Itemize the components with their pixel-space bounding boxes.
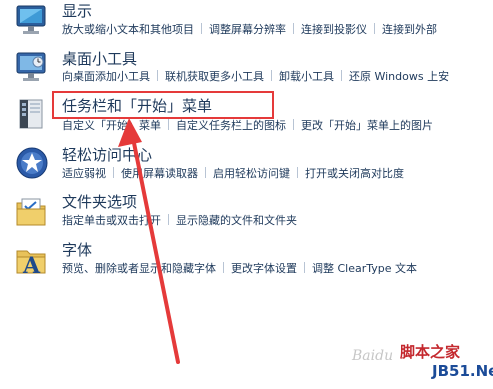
separator — [293, 119, 294, 130]
category-links-ease-of-access: 适应弱视 使用屏幕读取器 启用轻松访问键 打开或关闭高对比度 — [62, 167, 404, 181]
fonts-icon[interactable]: A — [14, 242, 50, 279]
baidu-watermark: Baidu — [352, 348, 394, 364]
link-customize-taskbar-icons[interactable]: 自定义任务栏上的图标 — [176, 119, 286, 132]
link-preview-fonts[interactable]: 预览、删除或者显示和隐藏字体 — [62, 262, 216, 275]
category-title-fonts[interactable]: 字体 — [62, 241, 92, 259]
separator — [168, 214, 169, 225]
separator — [201, 23, 202, 34]
category-title-gadgets[interactable]: 桌面小工具 — [62, 50, 137, 68]
separator — [374, 23, 375, 34]
link-customize-start-menu[interactable]: 自定义「开始」菜单 — [62, 119, 161, 132]
folder-options-icon[interactable] — [14, 194, 50, 230]
separator — [168, 119, 169, 130]
link-get-more-gadgets[interactable]: 联机获取更多小工具 — [165, 70, 264, 83]
control-panel-appearance: 显示 放大或缩小文本和其他项目 调整屏幕分辨率 连接到投影仪 连接到外部 桌面小工具 … — [0, 0, 493, 389]
category-links-fonts: 预览、删除或者显示和隐藏字体 更改字体设置 调整 ClearType 文本 — [62, 262, 417, 276]
separator — [205, 167, 206, 178]
taskbar-icon[interactable] — [14, 97, 50, 133]
separator — [271, 70, 272, 81]
gadgets-icon[interactable] — [14, 50, 50, 86]
link-high-contrast[interactable]: 打开或关闭高对比度 — [305, 167, 404, 180]
link-change-start-picture[interactable]: 更改「开始」菜单上的图片 — [301, 119, 433, 132]
link-show-hidden-files[interactable]: 显示隐藏的文件和文件夹 — [176, 214, 297, 227]
link-restore-gadgets[interactable]: 还原 Windows 上安 — [349, 70, 449, 83]
category-links-display: 放大或缩小文本和其他项目 调整屏幕分辨率 连接到投影仪 连接到外部 — [62, 23, 437, 37]
display-icon[interactable] — [14, 2, 50, 38]
separator — [113, 167, 114, 178]
link-cleartype[interactable]: 调整 ClearType 文本 — [312, 262, 417, 275]
link-font-settings[interactable]: 更改字体设置 — [231, 262, 297, 275]
category-links-taskbar: 自定义「开始」菜单 自定义任务栏上的图标 更改「开始」菜单上的图片 — [62, 119, 433, 133]
link-screen-reader[interactable]: 使用屏幕读取器 — [121, 167, 198, 180]
link-single-double-click[interactable]: 指定单击或双击打开 — [62, 214, 161, 227]
separator — [297, 167, 298, 178]
svg-text:A: A — [22, 253, 41, 278]
category-title-ease-of-access[interactable]: 轻松访问中心 — [62, 146, 152, 164]
highlight-box — [52, 91, 274, 119]
ease-of-access-icon[interactable] — [14, 145, 50, 181]
separator — [293, 23, 294, 34]
link-text-size[interactable]: 放大或缩小文本和其他项目 — [62, 23, 194, 36]
separator — [157, 70, 158, 81]
link-add-gadgets[interactable]: 向桌面添加小工具 — [62, 70, 150, 83]
separator — [341, 70, 342, 81]
separator — [223, 262, 224, 273]
link-screen-resolution[interactable]: 调整屏幕分辨率 — [209, 23, 286, 36]
link-low-vision[interactable]: 适应弱视 — [62, 167, 106, 180]
separator — [304, 262, 305, 273]
link-ease-keys[interactable]: 启用轻松访问键 — [213, 167, 290, 180]
watermark-site-cn: 脚本之家 — [400, 343, 461, 361]
link-connect-projector[interactable]: 连接到投影仪 — [301, 23, 367, 36]
watermark-site-en: JB51.Net — [432, 362, 493, 380]
category-links-gadgets: 向桌面添加小工具 联机获取更多小工具 卸载小工具 还原 Windows 上安 — [62, 70, 449, 84]
link-uninstall-gadget[interactable]: 卸载小工具 — [279, 70, 334, 83]
category-title-display[interactable]: 显示 — [62, 2, 92, 20]
category-links-folder-options: 指定单击或双击打开 显示隐藏的文件和文件夹 — [62, 214, 297, 228]
link-connect-external[interactable]: 连接到外部 — [382, 23, 437, 36]
category-title-folder-options[interactable]: 文件夹选项 — [62, 193, 137, 211]
